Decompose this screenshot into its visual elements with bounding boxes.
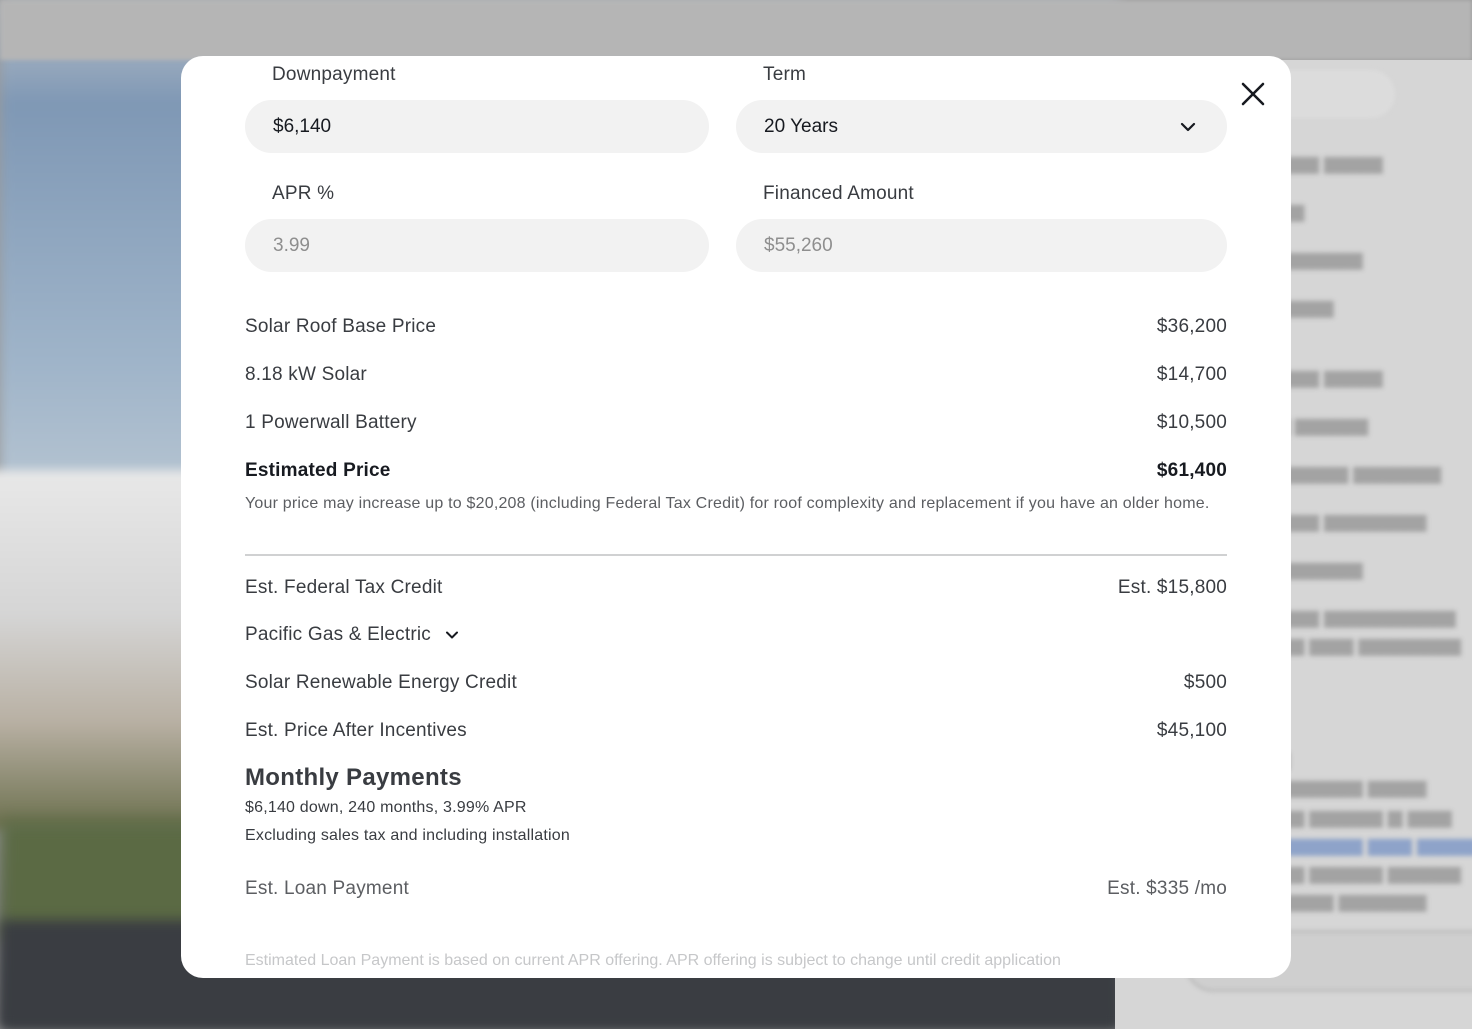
price-row-value: $10,500: [1156, 412, 1227, 433]
downpayment-input[interactable]: $6,140: [245, 100, 709, 153]
background-text: ▆▆▆▆▆▆ ▆▆▆▆: [1275, 777, 1427, 798]
background-text: ▆▆ ▆▆▆▆▆ ▆▆▆▆▆: [1275, 863, 1461, 884]
utility-row: Pacific Gas & Electric: [245, 624, 1227, 646]
background-text: ▆▆ ▆▆▆ ▆▆▆▆▆▆▆: [1275, 635, 1461, 656]
srec-label: Solar Renewable Energy Credit: [245, 672, 517, 693]
price-after-incentives-label: Est. Price After Incentives: [245, 720, 467, 741]
utility-dropdown[interactable]: Pacific Gas & Electric: [245, 624, 461, 646]
background-text: ▆▆▆ ▆▆▆▆: [1275, 367, 1383, 388]
background-link: ▆▆▆▆▆▆ ▆▆▆ ▆▆▆▆: [1275, 835, 1472, 856]
term-value: 20 Years: [764, 115, 838, 137]
price-row-powerwall: 1 Powerwall Battery $10,500: [245, 412, 1227, 434]
price-row-label: 8.18 kW Solar: [245, 364, 367, 385]
chevron-down-icon: [1180, 122, 1196, 132]
term-select[interactable]: 20 Years: [736, 100, 1227, 153]
apr-placeholder: 3.99: [273, 234, 310, 256]
monthly-payments-title: Monthly Payments: [245, 764, 462, 791]
close-icon: [1241, 82, 1265, 106]
background-text: ▆▆▆ ▆▆▆▆: [1275, 153, 1383, 174]
federal-tax-credit-label: Est. Federal Tax Credit: [245, 577, 443, 598]
financed-amount-field: $55,260: [736, 219, 1227, 272]
background-text: ▆▆▆ ▆▆▆▆▆▆▆: [1275, 511, 1427, 532]
srec-row: Solar Renewable Energy Credit $500: [245, 672, 1227, 694]
estimated-price-row: Estimated Price $61,400: [245, 460, 1227, 482]
price-after-incentives-value: $45,100: [1156, 720, 1227, 741]
background-house: [0, 470, 200, 830]
federal-tax-credit-value: Est. $15,800: [1117, 577, 1227, 598]
estimated-price-label: Estimated Price: [245, 460, 391, 481]
background-text: ▆▆▆ ▆▆▆▆▆▆▆▆▆: [1275, 607, 1456, 628]
federal-tax-credit-row: Est. Federal Tax Credit Est. $15,800: [245, 577, 1227, 599]
loan-payment-label: Est. Loan Payment: [245, 878, 409, 899]
background-header: [0, 0, 1472, 60]
downpayment-label: Downpayment: [272, 64, 396, 85]
financed-amount-value: $55,260: [764, 234, 833, 256]
financed-amount-label: Financed Amount: [763, 183, 914, 204]
chevron-down-icon: [446, 631, 459, 639]
tax-note: Excluding sales tax and including instal…: [245, 827, 570, 844]
background-text: ▆▆▆▆ ▆▆▆▆▆▆: [1275, 891, 1427, 912]
close-button[interactable]: [1235, 76, 1271, 112]
background-text: ▆▆ ▆▆▆▆▆ ▆ ▆▆▆: [1275, 807, 1452, 828]
loan-payment-row: Est. Loan Payment Est. $335 /mo: [245, 878, 1227, 900]
apr-label: APR %: [272, 183, 335, 204]
background-text: ▆▆▆▆▆ ▆▆▆▆▆▆: [1275, 463, 1442, 484]
price-disclaimer: Your price may increase up to $20,208 (i…: [245, 495, 1210, 512]
price-row-base: Solar Roof Base Price $36,200: [245, 316, 1227, 338]
price-row-solar: 8.18 kW Solar $14,700: [245, 364, 1227, 386]
apr-input[interactable]: 3.99: [245, 219, 709, 272]
divider: [245, 554, 1227, 556]
loan-terms-summary: $6,140 down, 240 months, 3.99% APR: [245, 799, 527, 816]
price-row-label: 1 Powerwall Battery: [245, 412, 417, 433]
loan-footnote: Estimated Loan Payment is based on curre…: [245, 952, 1061, 969]
downpayment-value: $6,140: [273, 115, 332, 137]
utility-label: Pacific Gas & Electric: [245, 624, 432, 645]
price-after-incentives-row: Est. Price After Incentives $45,100: [245, 720, 1227, 742]
loan-payment-value: Est. $335 /mo: [1107, 878, 1227, 899]
price-row-value: $14,700: [1156, 364, 1227, 385]
price-row-label: Solar Roof Base Price: [245, 316, 437, 337]
term-label: Term: [763, 64, 807, 85]
estimated-price-value: $61,400: [1156, 460, 1227, 481]
price-row-value: $36,200: [1156, 316, 1227, 337]
payment-calculator-modal: Downpayment $6,140 Term 20 Years APR % 3…: [181, 56, 1291, 978]
srec-value: $500: [1183, 672, 1227, 693]
